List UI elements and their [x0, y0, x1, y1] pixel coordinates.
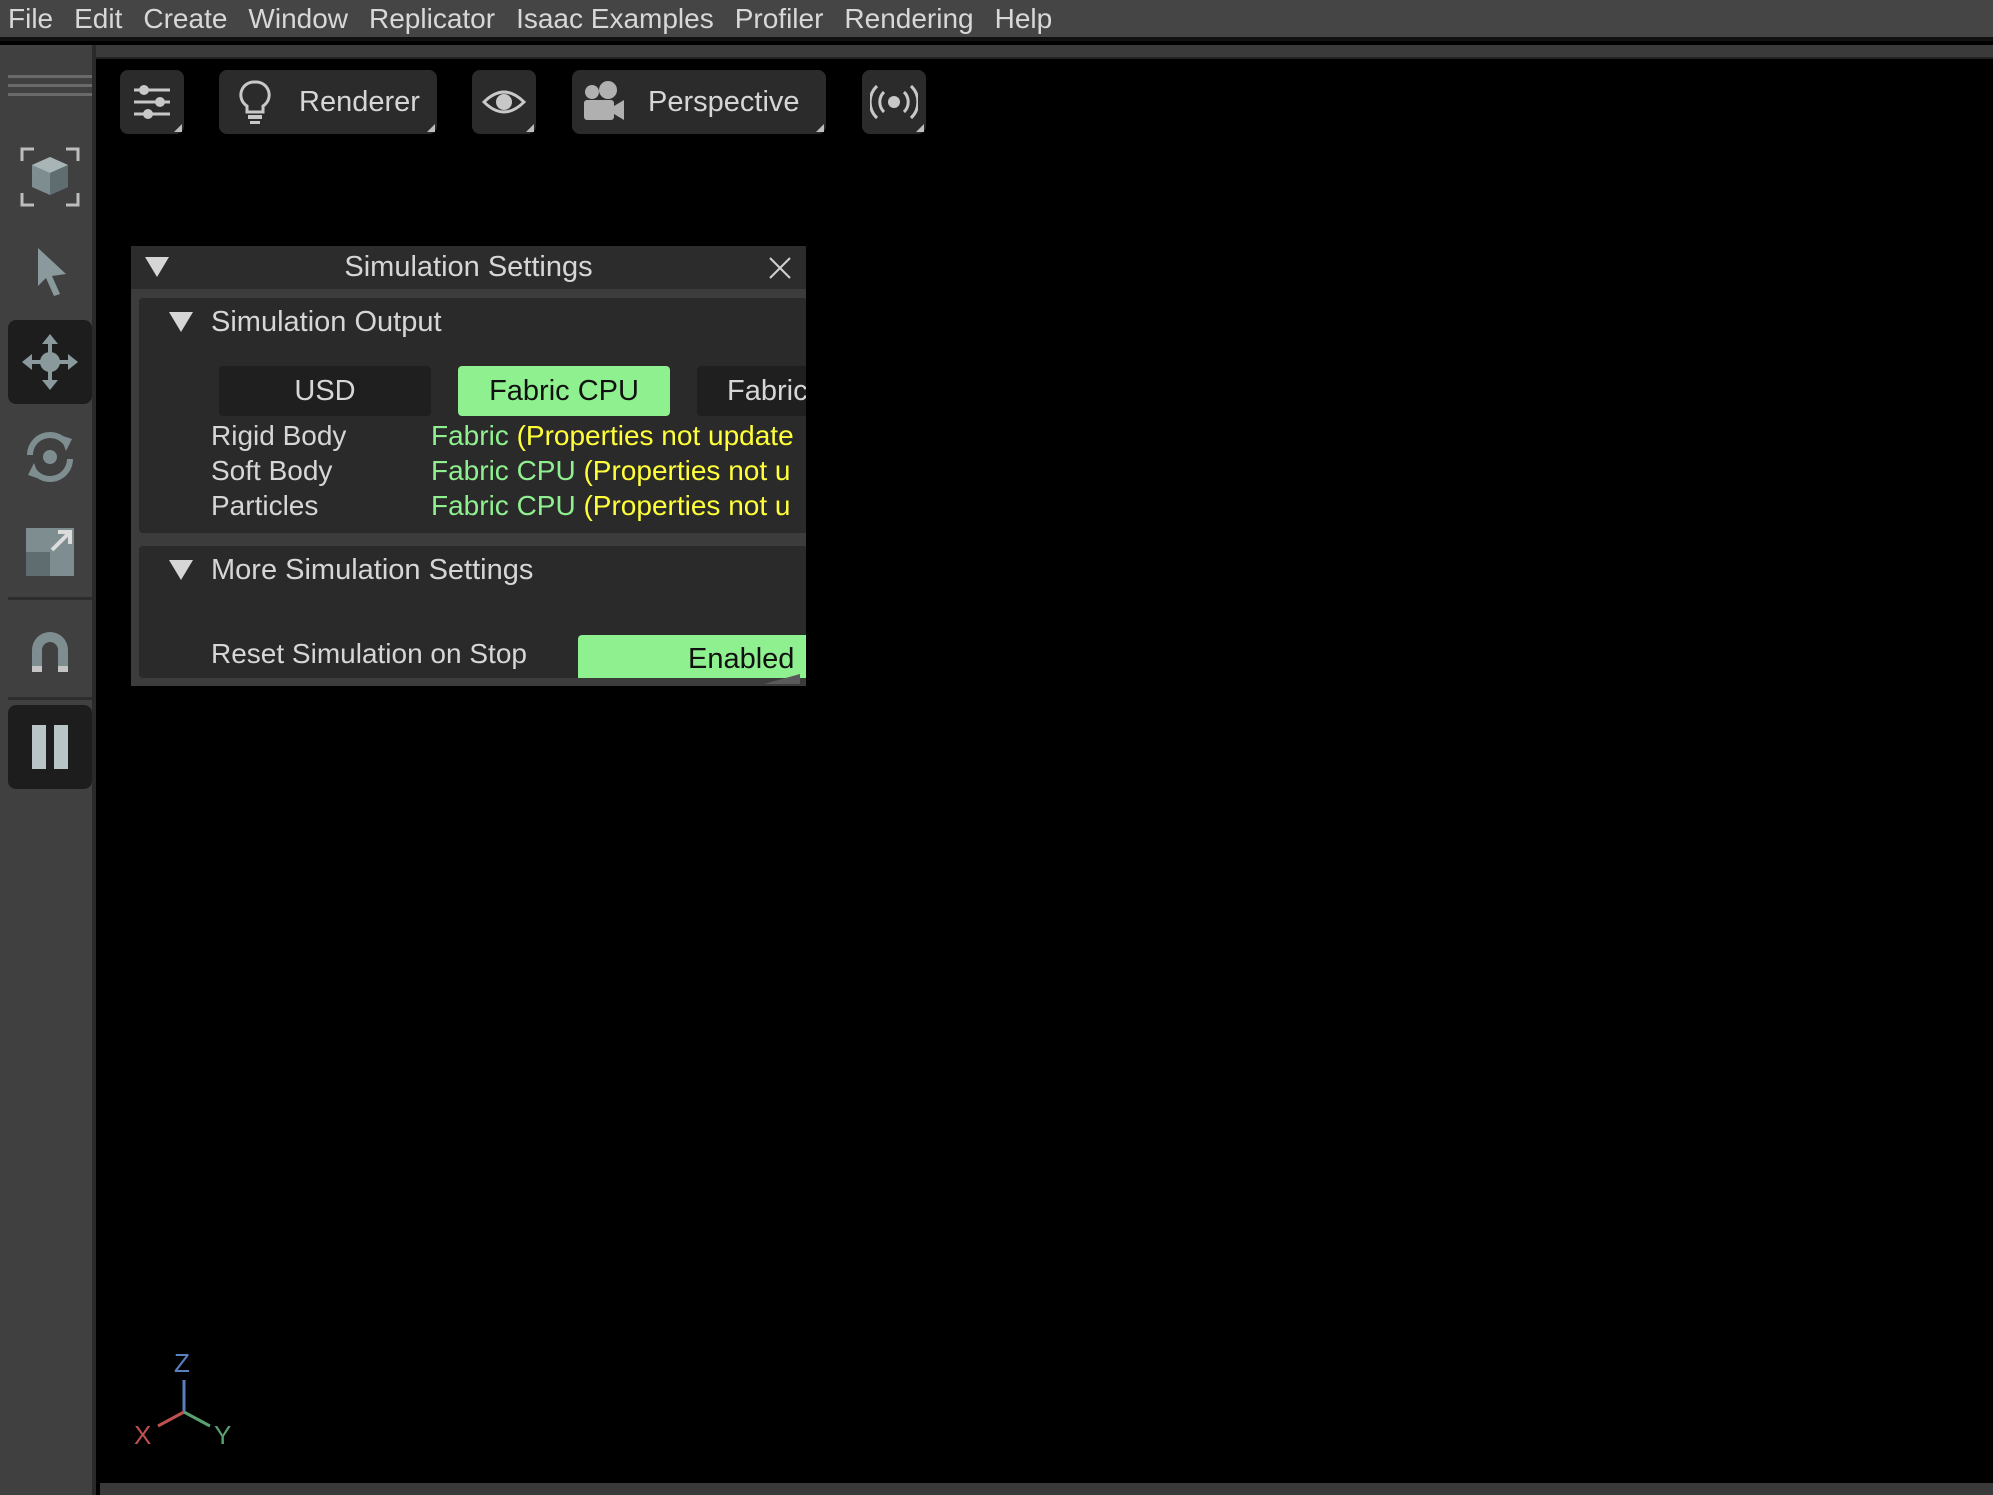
section-title: Simulation Output	[211, 305, 442, 338]
axis-gizmo: Z X Y	[128, 1340, 248, 1450]
window-body: Simulation Output USD Fabric CPU Fabric …	[139, 298, 806, 678]
dock-strip	[0, 45, 1993, 59]
lightbulb-icon	[239, 80, 271, 124]
toolbar-separator	[8, 597, 92, 600]
window-title-bar[interactable]: Simulation Settings	[131, 246, 806, 289]
window-title: Simulation Settings	[344, 251, 593, 283]
window-resize-handle[interactable]	[764, 674, 800, 684]
stream-button[interactable]	[862, 70, 926, 134]
visibility-button[interactable]	[472, 70, 536, 134]
menu-rendering[interactable]: Rendering	[844, 0, 973, 39]
expand-triangle-icon	[169, 560, 193, 580]
frame-selection-tool[interactable]	[8, 135, 92, 219]
toolbar-grip[interactable]	[8, 75, 92, 107]
rigid-body-mode: Fabric	[431, 420, 509, 451]
eye-icon	[481, 90, 527, 114]
select-tool[interactable]	[8, 230, 92, 314]
sliders-icon	[134, 85, 170, 119]
left-toolbar	[0, 45, 96, 1495]
rotate-tool[interactable]	[8, 415, 92, 499]
close-icon[interactable]	[766, 254, 794, 282]
output-option-fabric-cpu[interactable]: Fabric CPU	[458, 366, 670, 416]
menu-create[interactable]: Create	[143, 0, 227, 39]
menu-window[interactable]: Window	[248, 0, 348, 39]
toolbar-separator	[8, 697, 92, 700]
particles-label: Particles	[211, 490, 319, 521]
axis-x-label: X	[134, 1420, 152, 1450]
scale-tool[interactable]	[8, 510, 92, 594]
menu-isaac-examples[interactable]: Isaac Examples	[516, 0, 714, 39]
move-tool[interactable]	[8, 320, 92, 404]
output-option-usd[interactable]: USD	[219, 366, 431, 416]
rigid-body-note: (Properties not update	[516, 420, 794, 451]
pause-icon	[32, 725, 68, 769]
rigid-body-value: Fabric (Properties not update	[431, 420, 794, 452]
camera-label: Perspective	[648, 85, 800, 118]
axis-z-label: Z	[174, 1348, 190, 1378]
viewport-settings-button[interactable]	[120, 70, 184, 134]
section-title: More Simulation Settings	[211, 553, 534, 586]
simulation-output-header[interactable]: Simulation Output	[139, 298, 442, 346]
renderer-label: Renderer	[299, 85, 420, 118]
soft-body-value: Fabric CPU (Properties not u	[431, 455, 790, 487]
menu-file[interactable]: File	[8, 0, 53, 39]
rotate-icon	[27, 432, 73, 482]
cube-frame-icon	[20, 147, 80, 207]
snap-tool[interactable]	[8, 610, 92, 694]
pause-button[interactable]	[8, 705, 92, 789]
magnet-icon	[32, 632, 68, 672]
scale-icon	[26, 528, 74, 576]
particles-value: Fabric CPU (Properties not u	[431, 490, 790, 522]
particles-note: (Properties not u	[583, 490, 791, 521]
menu-edit[interactable]: Edit	[74, 0, 122, 39]
camera-icon	[584, 81, 624, 120]
simulation-output-section: Simulation Output USD Fabric CPU Fabric …	[139, 298, 806, 533]
more-settings-header[interactable]: More Simulation Settings	[139, 546, 533, 594]
camera-button[interactable]: Perspective	[572, 70, 826, 134]
axis-y-label: Y	[214, 1420, 232, 1450]
soft-body-label: Soft Body	[211, 455, 333, 486]
more-simulation-settings-section: More Simulation Settings Reset Simulatio…	[139, 546, 806, 678]
menu-replicator[interactable]: Replicator	[369, 0, 495, 39]
expand-triangle-icon	[169, 312, 193, 332]
particles-mode: Fabric CPU	[431, 490, 576, 521]
move-arrows-icon	[22, 334, 78, 390]
menu-help[interactable]: Help	[995, 0, 1053, 39]
simulation-settings-window: Simulation Settings Simulation Output US…	[131, 246, 806, 686]
renderer-button[interactable]: Renderer	[219, 70, 437, 134]
broadcast-icon	[870, 84, 918, 120]
menu-profiler[interactable]: Profiler	[735, 0, 824, 39]
reset-simulation-label: Reset Simulation on Stop	[211, 638, 527, 669]
cursor-arrow-icon	[38, 248, 66, 296]
soft-body-note: (Properties not u	[583, 455, 791, 486]
output-option-fabric[interactable]: Fabric	[697, 366, 806, 416]
menu-bar: File Edit Create Window Replicator Isaac…	[0, 0, 1993, 41]
collapse-window-icon[interactable]	[145, 257, 169, 277]
soft-body-mode: Fabric CPU	[431, 455, 576, 486]
viewport-bottom-bar	[100, 1483, 1993, 1495]
reset-simulation-toggle[interactable]: Enabled	[578, 635, 806, 678]
rigid-body-label: Rigid Body	[211, 420, 347, 451]
